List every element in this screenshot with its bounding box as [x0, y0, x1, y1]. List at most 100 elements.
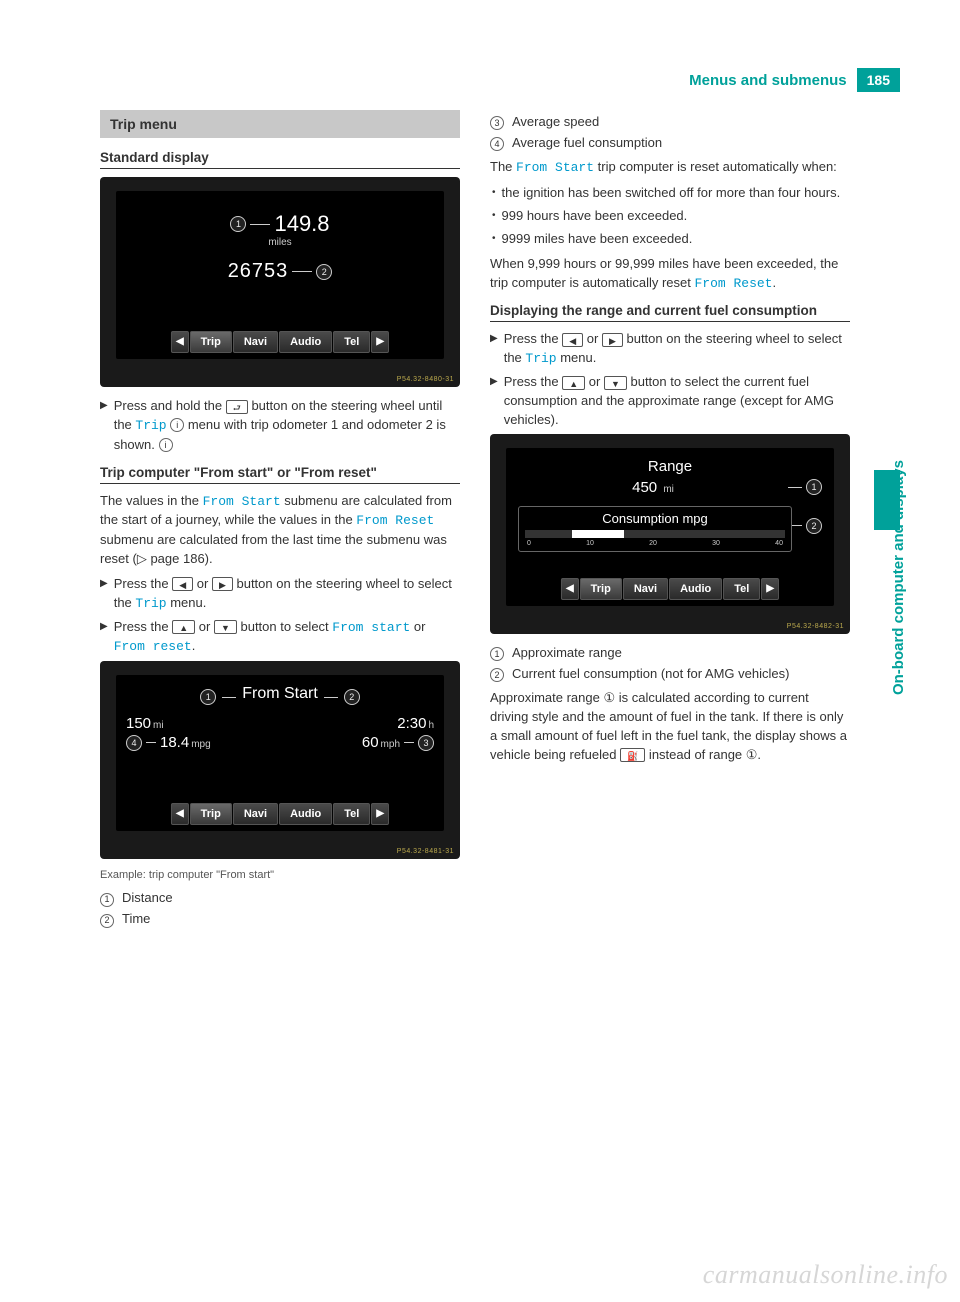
callout-3-icon: 3 — [418, 735, 434, 751]
paragraph-approx-range: Approximate range ① is calculated accord… — [490, 689, 850, 764]
tab-tel: Tel — [333, 331, 370, 353]
consumption-ticks: 010203040 — [525, 540, 785, 547]
bullet-hours: •999 hours have been exceeded. — [490, 207, 850, 226]
down-arrow-button-icon: ▼ — [604, 376, 627, 390]
watermark: carmanualsonline.info — [703, 1260, 948, 1290]
tab-audio: Audio — [279, 803, 332, 825]
nav-left-icon: ◀ — [171, 331, 189, 353]
back-button-icon: ⮐ — [226, 400, 248, 414]
tab-navi: Navi — [233, 803, 278, 825]
range-title: Range — [512, 458, 828, 475]
step-arrow-icon: ▶ — [490, 330, 498, 369]
legend-item-2: 2Time — [100, 910, 460, 928]
step-text: Press and hold the ⮐ button on the steer… — [114, 397, 460, 455]
consumption-title: Consumption mpg — [525, 511, 785, 526]
right-column: 3Average speed 4Average fuel consumption… — [490, 110, 850, 932]
tab-audio: Audio — [279, 331, 332, 353]
step-select-from: ▶ Press the ▲ or ▼ button to select From… — [100, 618, 460, 658]
legend-item-4: 4Average fuel consumption — [490, 134, 850, 152]
step-arrow-icon: ▶ — [490, 373, 498, 430]
nav-right-icon: ▶ — [761, 578, 779, 600]
nav-right-icon: ▶ — [371, 331, 389, 353]
content-columns: Trip menu Standard display 1 149.8 miles… — [0, 60, 960, 932]
subheading-trip-computer: Trip computer "From start" or "From rese… — [100, 465, 460, 484]
side-tab-marker — [874, 470, 900, 530]
left-arrow-button-icon: ◀ — [562, 333, 583, 347]
step-arrow-icon: ▶ — [100, 575, 108, 614]
step-arrow-icon: ▶ — [100, 397, 108, 455]
display-image-range: Range 450 mi 1 Consumption mpg 010203040 — [490, 434, 850, 634]
up-arrow-button-icon: ▲ — [172, 620, 195, 634]
image-tag: P54.32-8482-31 — [787, 623, 844, 630]
image-tag: P54.32-8480-31 — [397, 376, 454, 383]
callout-2-icon: 2 — [806, 518, 822, 534]
callout-1-icon: 1 — [230, 216, 246, 232]
up-arrow-button-icon: ▲ — [562, 376, 585, 390]
callout-2-icon: 2 — [344, 689, 360, 705]
tab-trip: Trip — [580, 578, 622, 600]
subheading-standard-display: Standard display — [100, 150, 460, 169]
left-column: Trip menu Standard display 1 149.8 miles… — [100, 110, 460, 932]
side-tab: On-board computer and displays — [874, 120, 900, 720]
distance-value: 150 — [126, 715, 151, 732]
legend-item-range-2: 2Current fuel consumption (not for AMG v… — [490, 665, 850, 683]
legend-item-3: 3Average speed — [490, 113, 850, 131]
tab-navi: Navi — [623, 578, 668, 600]
mph-value: 60 — [362, 734, 379, 751]
display-tabs: ◀ Trip Navi Audio Tel ▶ — [561, 578, 779, 600]
bullet-ignition: •the ignition has been switched off for … — [490, 184, 850, 203]
step-select-trip-2: ▶ Press the ◀ or ▶ button on the steerin… — [490, 330, 850, 369]
range-value: 450 — [632, 479, 657, 496]
bullet-miles: •9999 miles have been exceeded. — [490, 230, 850, 249]
display-image-from-start: 1 From Start 2 150mi 2:30h 4 — [100, 661, 460, 859]
page-header: Menus and submenus 185 — [689, 68, 900, 92]
image-caption: Example: trip computer "From start" — [100, 869, 460, 881]
trip-odometer-value: 149.8 — [274, 211, 329, 237]
display-tabs: ◀ Trip Navi Audio Tel ▶ — [171, 331, 389, 353]
paragraph-from-start-reset: The values in the From Start submenu are… — [100, 492, 460, 569]
odometer-value: 26753 — [228, 260, 289, 283]
step-text: Press the ▲ or ▼ button to select the cu… — [504, 373, 850, 430]
legend-item-range-1: 1Approximate range — [490, 644, 850, 662]
callout-2-icon: 2 — [316, 264, 332, 280]
nav-left-icon: ◀ — [561, 578, 579, 600]
callout-1-icon: 1 — [806, 479, 822, 495]
tab-audio: Audio — [669, 578, 722, 600]
nav-left-icon: ◀ — [171, 803, 189, 825]
mpg-value: 18.4 — [160, 734, 189, 751]
right-arrow-button-icon: ▶ — [602, 333, 623, 347]
time-value: 2:30 — [397, 715, 426, 732]
legend-item-1: 1Distance — [100, 889, 460, 907]
tab-trip: Trip — [190, 803, 232, 825]
trip-odometer-unit: miles — [268, 237, 291, 248]
nav-right-icon: ▶ — [371, 803, 389, 825]
callout-1-icon: 1 — [200, 689, 216, 705]
display-image-standard: 1 149.8 miles 26753 2 ◀ Trip Navi Au — [100, 177, 460, 387]
callout-4-icon: 4 — [126, 735, 142, 751]
right-arrow-button-icon: ▶ — [212, 577, 233, 591]
step-text: Press the ◀ or ▶ button on the steering … — [504, 330, 850, 369]
subheading-range-consumption: Displaying the range and current fuel co… — [490, 303, 850, 322]
left-arrow-button-icon: ◀ — [172, 577, 193, 591]
tab-trip: Trip — [190, 331, 232, 353]
down-arrow-button-icon: ▼ — [214, 620, 237, 634]
paragraph-reset-auto: The From Start trip computer is reset au… — [490, 158, 850, 178]
step-text: Press the ◀ or ▶ button on the steering … — [114, 575, 460, 614]
header-title: Menus and submenus — [689, 72, 847, 89]
paragraph-exceeded: When 9,999 hours or 99,999 miles have be… — [490, 255, 850, 294]
refuel-icon: ⛽ — [620, 748, 645, 762]
display-tabs: ◀ Trip Navi Audio Tel ▶ — [171, 803, 389, 825]
step-text: Press the ▲ or ▼ button to select From s… — [114, 618, 460, 658]
step-press-hold: ▶ Press and hold the ⮐ button on the ste… — [100, 397, 460, 455]
page: Menus and submenus 185 On-board computer… — [0, 0, 960, 1302]
consumption-bar — [525, 530, 785, 538]
step-arrow-icon: ▶ — [100, 618, 108, 658]
page-number: 185 — [857, 68, 900, 92]
step-select-trip: ▶ Press the ◀ or ▶ button on the steerin… — [100, 575, 460, 614]
tab-tel: Tel — [723, 578, 760, 600]
section-title: Trip menu — [100, 110, 460, 138]
tab-navi: Navi — [233, 331, 278, 353]
step-select-consumption: ▶ Press the ▲ or ▼ button to select the … — [490, 373, 850, 430]
image-tag: P54.32-8481-31 — [397, 848, 454, 855]
tab-tel: Tel — [333, 803, 370, 825]
